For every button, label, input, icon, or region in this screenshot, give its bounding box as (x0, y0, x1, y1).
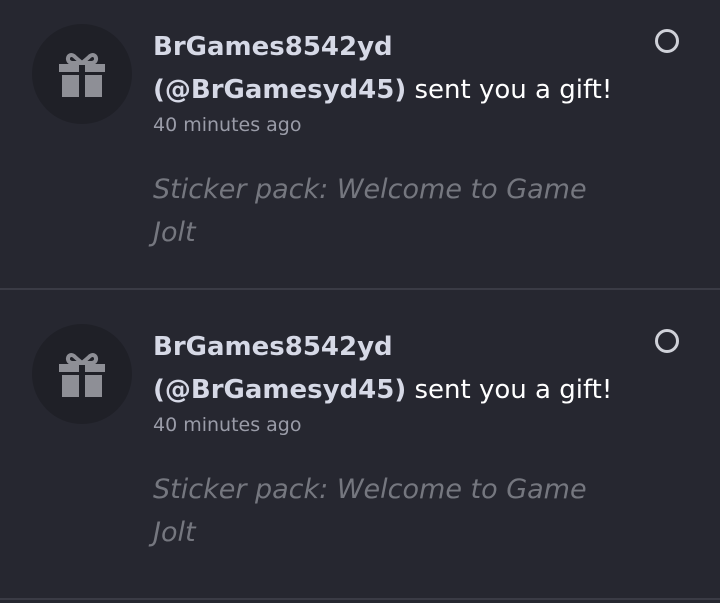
notification-content: BrGames8542yd (@BrGamesyd45) sent you a … (153, 26, 633, 254)
gift-icon (59, 353, 105, 397)
sender-handle[interactable]: (@BrGamesyd45) (153, 375, 406, 405)
notification-title: BrGames8542yd (@BrGamesyd45) sent you a … (153, 326, 633, 412)
notification-item[interactable]: BrGames8542yd (@BrGamesyd45) sent you a … (0, 0, 720, 290)
notification-action: sent you a gift! (406, 75, 613, 105)
notification-description: Sticker pack: Welcome to Game Jolt (153, 474, 587, 548)
sender-username[interactable]: BrGames8542yd (153, 32, 393, 62)
mark-read-button[interactable] (655, 29, 679, 53)
sender-username[interactable]: BrGames8542yd (153, 332, 393, 362)
sender-handle[interactable]: (@BrGamesyd45) (153, 75, 406, 105)
notification-title: BrGames8542yd (@BrGamesyd45) sent you a … (153, 26, 633, 112)
notification-time: 40 minutes ago (153, 414, 302, 436)
notification-item[interactable]: BrGames8542yd (@BrGamesyd45) sent you a … (0, 290, 720, 600)
gift-avatar (32, 24, 132, 124)
gift-avatar (32, 324, 132, 424)
notification-content: BrGames8542yd (@BrGamesyd45) sent you a … (153, 326, 633, 554)
notification-time: 40 minutes ago (153, 114, 302, 136)
notification-action: sent you a gift! (406, 375, 613, 405)
gift-icon (59, 53, 105, 97)
notification-description: Sticker pack: Welcome to Game Jolt (153, 174, 587, 248)
mark-read-button[interactable] (655, 329, 679, 353)
notification-list: BrGames8542yd (@BrGamesyd45) sent you a … (0, 0, 720, 603)
